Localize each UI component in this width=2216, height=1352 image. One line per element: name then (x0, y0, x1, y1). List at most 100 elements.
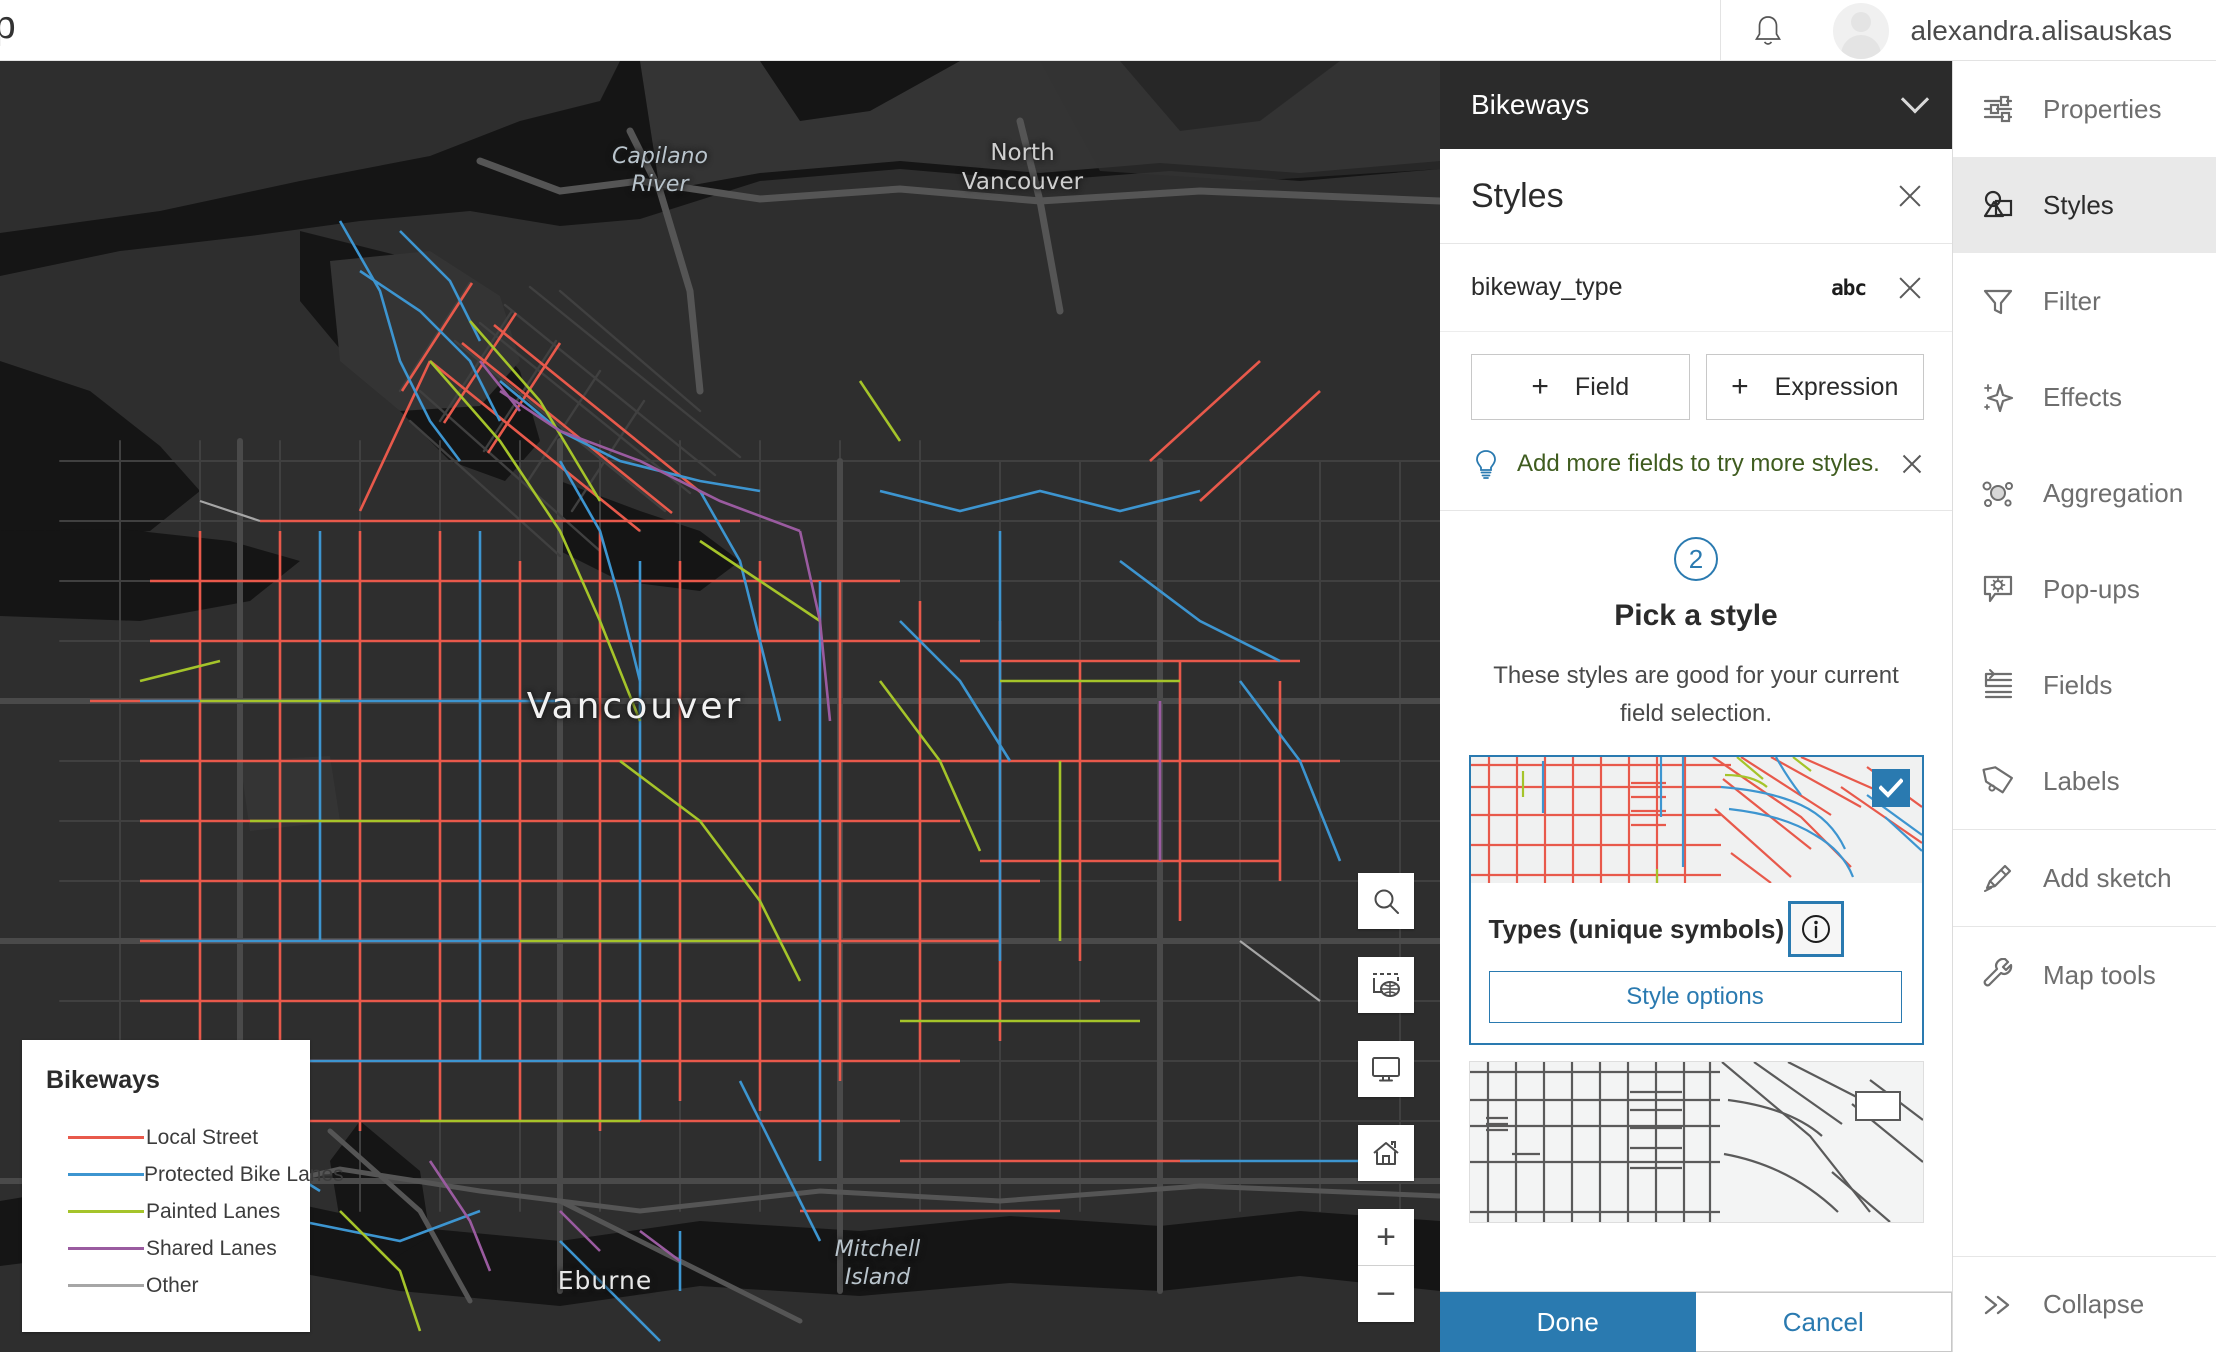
sidebar-item-fields[interactable]: Fields (1953, 637, 2216, 733)
style-card-title: Types (unique symbols) (1488, 913, 1785, 944)
legend-item: Other (46, 1267, 286, 1304)
legend-color-swatch (68, 1173, 144, 1176)
style-thumbnail-grey (1469, 1062, 1923, 1222)
pick-a-style-description: These styles are good for your current f… (1493, 662, 1899, 727)
legend-item: Painted Lanes (46, 1193, 286, 1230)
fields-list-icon (1979, 666, 2017, 704)
selected-field-row: bikeway_type abc (1440, 244, 1952, 332)
styles-shapes-icon (1979, 186, 2017, 224)
panel-footer: Done Cancel (1440, 1291, 1952, 1352)
legend-color-swatch (68, 1247, 144, 1250)
home-icon (1373, 1141, 1399, 1165)
sidebar-item-aggregation[interactable]: Aggregation (1953, 445, 2216, 541)
sidebar-item-effects[interactable]: Effects (1953, 349, 2216, 445)
add-expression-label: Expression (1774, 372, 1899, 401)
style-thumbnail-graphic (1470, 757, 1922, 883)
plus-icon: + (1731, 370, 1749, 403)
sidebar-item-label: Effects (2043, 381, 2123, 412)
legend-item-label: Other (146, 1273, 199, 1297)
sidebar-item-label: Map tools (2043, 959, 2156, 990)
legend-title: Bikeways (46, 1066, 160, 1094)
map-tools-group: + − (1358, 873, 1414, 1322)
zoom-controls: + − (1358, 1209, 1414, 1322)
chevron-down-icon (1900, 85, 1930, 114)
sidebar-item-label: Labels (2043, 765, 2120, 796)
remove-field-button[interactable] (1896, 274, 1924, 302)
style-thumbnail-colored (1470, 757, 1922, 883)
zoom-out-button[interactable]: − (1358, 1266, 1414, 1322)
add-field-label: Field (1574, 372, 1630, 401)
legend-swatch-wrap (46, 1136, 146, 1139)
legend-color-swatch (68, 1284, 144, 1287)
map-canvas[interactable]: .water { fill:#151515; } .land { fill:#2… (0, 61, 1440, 1352)
tip-row: Add more fields to try more styles. (1440, 420, 1952, 480)
top-bar: p alexandra.alisauskas (0, 0, 2216, 61)
sidebar-item-label: Filter (2043, 285, 2101, 316)
sidebar-item-label: Aggregation (2043, 477, 2184, 508)
search-icon (1374, 889, 1399, 914)
pencil-icon (1979, 859, 2017, 897)
page-title: p (0, 4, 16, 47)
style-thumbnail-grey-graphic (1469, 1062, 1923, 1222)
pick-a-style-section[interactable]: 2 Pick a style These styles are good for… (1440, 511, 1952, 1291)
close-panel-button[interactable] (1896, 182, 1924, 210)
style-selected-checkbox[interactable] (1871, 769, 1910, 807)
double-chevron-right-icon (1979, 1286, 2017, 1324)
display-tool-button[interactable] (1358, 1041, 1414, 1097)
add-field-button[interactable]: + Field (1471, 354, 1690, 420)
sidebar-item-labels[interactable]: Labels (1953, 733, 2216, 829)
tip-text: Add more fields to try more styles. (1517, 450, 1880, 477)
panel-header: Styles (1440, 149, 1952, 244)
right-sidebar: Properties Styles Filter Effects Aggregation… (1953, 61, 2216, 1352)
basemap-tool-button[interactable] (1358, 957, 1414, 1013)
layer-selector-bar[interactable]: Bikeways (1440, 61, 1952, 149)
legend-item-label: Local Street (146, 1125, 259, 1149)
legend-item-label: Shared Lanes (146, 1236, 277, 1260)
layer-name-label: Bikeways (1471, 89, 1590, 120)
style-info-button[interactable] (1788, 901, 1845, 957)
sidebar-item-filter[interactable]: Filter (1953, 253, 2216, 349)
legend-item: Local Street (46, 1119, 286, 1156)
add-buttons-row: + Field + Expression (1440, 332, 1952, 420)
info-circle-icon (1802, 915, 1831, 943)
notification-bell-icon[interactable] (1753, 14, 1783, 48)
sidebar-item-styles[interactable]: Styles (1953, 157, 2216, 253)
legend-swatch-wrap (46, 1173, 144, 1176)
dismiss-tip-button[interactable] (1900, 452, 1924, 476)
sliders-icon (1979, 90, 2017, 128)
cancel-button[interactable]: Cancel (1695, 1292, 1952, 1352)
styles-panel: Bikeways Styles bikeway_type abc + Field… (1440, 61, 1953, 1352)
map-legend: Bikeways Local Street Protected Bike Lane… (22, 1040, 344, 1332)
style-card-secondary[interactable] (1468, 1061, 1924, 1223)
sidebar-item-properties[interactable]: Properties (1953, 61, 2216, 157)
plus-icon: + (1531, 370, 1549, 403)
sidebar-item-collapse[interactable]: Collapse (1953, 1256, 2216, 1352)
sidebar-item-label: Collapse (2043, 1289, 2145, 1319)
sidebar-item-pop-ups[interactable]: Pop-ups (1953, 541, 2216, 637)
home-tool-button[interactable] (1358, 1125, 1414, 1181)
popup-gear-icon (1979, 570, 2017, 608)
sidebar-item-label: Fields (2043, 669, 2113, 700)
sparkle-icon (1979, 378, 2017, 416)
lightbulb-icon (1476, 450, 1496, 479)
sidebar-item-add-sketch[interactable]: Add sketch (1953, 830, 2216, 926)
legend-color-swatch (68, 1136, 144, 1139)
avatar[interactable] (1832, 2, 1889, 59)
done-button[interactable]: Done (1440, 1292, 1696, 1352)
legend-swatch-wrap (46, 1284, 146, 1287)
style-card-types-unique-symbols[interactable]: Types (unique symbols) Style options (1468, 755, 1924, 1045)
sidebar-item-map-tools[interactable]: Map tools (1953, 927, 2216, 1023)
funnel-icon (1979, 282, 2017, 320)
style-options-button[interactable]: Style options (1488, 971, 1902, 1023)
monitor-icon (1372, 1057, 1400, 1082)
step-number-badge: 2 (1674, 537, 1718, 581)
zoom-in-button[interactable]: + (1358, 1209, 1414, 1265)
legend-swatch-wrap (46, 1247, 146, 1250)
username-label[interactable]: alexandra.alisauskas (1911, 15, 2216, 47)
legend-swatch-wrap (46, 1210, 146, 1213)
add-expression-button[interactable]: + Expression (1705, 354, 1924, 420)
aggregation-icon (1979, 474, 2017, 512)
legend-color-swatch (68, 1210, 144, 1213)
search-tool-button[interactable] (1358, 873, 1414, 929)
